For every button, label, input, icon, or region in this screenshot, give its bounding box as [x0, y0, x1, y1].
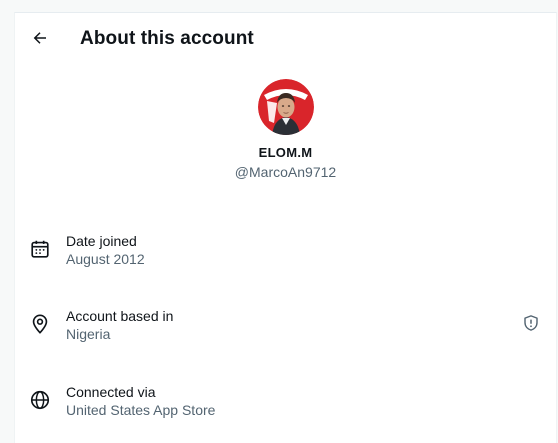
detail-value: August 2012: [66, 251, 145, 267]
detail-row-date-joined: Date joined August 2012: [15, 228, 556, 270]
display-name: ELOM.M: [258, 145, 313, 160]
detail-label: Account based in: [66, 308, 174, 324]
location-pin-icon: [32, 314, 48, 334]
username-handle: @MarcoAn9712: [234, 164, 337, 180]
detail-value: Nigeria: [66, 326, 111, 342]
globe-icon: [30, 390, 50, 410]
about-account-panel: About this account ELOM.M @MarcoAn9712 D…: [14, 12, 557, 443]
calendar-icon: [31, 240, 49, 258]
shield-icon[interactable]: [522, 314, 540, 332]
avatar[interactable]: [257, 79, 314, 135]
detail-row-account-location: Account based in Nigeria: [15, 303, 556, 345]
profile-summary: ELOM.M @MarcoAn9712: [15, 79, 556, 180]
detail-label: Date joined: [66, 233, 137, 249]
header: About this account: [15, 13, 556, 65]
page-title: About this account: [80, 28, 254, 49]
detail-label: Connected via: [66, 384, 156, 400]
arrow-left-icon: [33, 32, 46, 44]
detail-row-connected-via: Connected via United States App Store: [15, 379, 556, 421]
back-button[interactable]: [27, 25, 53, 51]
detail-value: United States App Store: [66, 402, 216, 418]
